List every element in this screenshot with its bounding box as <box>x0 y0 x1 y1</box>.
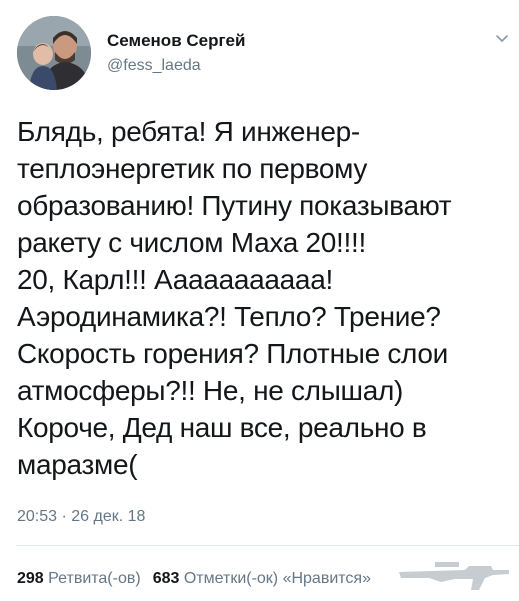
avatar[interactable] <box>17 16 91 90</box>
tweet-text: Блядь, ребята! Я инженер- теплоэнергетик… <box>17 113 512 483</box>
tweet-text-line: атмосферы?!! Не, не слышал) <box>17 375 404 406</box>
tweet-card: Семенов Сергей @fess_laeda Блядь, ребята… <box>0 0 519 600</box>
likes-label: Отметки(-ок) «Нравится» <box>183 570 371 587</box>
author-name[interactable]: Семенов Сергей <box>107 31 245 51</box>
tweet-text-line: Короче, Дед наш все, реально в <box>17 412 427 443</box>
divider <box>17 545 519 546</box>
rifle-watermark <box>395 552 513 596</box>
retweets-stat[interactable]: 298 Ретвита(-ов) <box>17 570 141 587</box>
retweets-label: Ретвита(-ов) <box>48 570 141 587</box>
author-handle[interactable]: @fess_laeda <box>107 57 201 75</box>
avatar-photo <box>17 16 91 90</box>
likes-count: 683 <box>152 570 180 587</box>
tweet-text-line: теплоэнергетик по первому <box>17 153 368 184</box>
tweet-text-line: ракету с числом Маха 20!!!! <box>17 227 366 258</box>
chevron-down-icon[interactable] <box>494 30 510 46</box>
tweet-text-line: 20, Карл!!! Ааааааааааа! <box>17 264 333 295</box>
tweet-text-line: Аэродинамика?! Тепло? Трение? <box>17 301 441 332</box>
tweet-text-line: образованию! Путину показывают <box>17 190 452 221</box>
tweet-text-line: маразме( <box>17 449 138 480</box>
tweet-stats: 298 Ретвита(-ов) 683 Отметки(-ок) «Нравит… <box>17 570 371 588</box>
tweet-text-line: Блядь, ребята! Я инженер- <box>17 116 360 147</box>
tweet-timestamp[interactable]: 20:53 · 26 дек. 18 <box>17 508 145 526</box>
likes-stat[interactable]: 683 Отметки(-ок) «Нравится» <box>153 570 371 587</box>
tweet-text-line: Скорость горения? Плотные слои <box>17 338 448 369</box>
retweets-count: 298 <box>17 570 44 587</box>
